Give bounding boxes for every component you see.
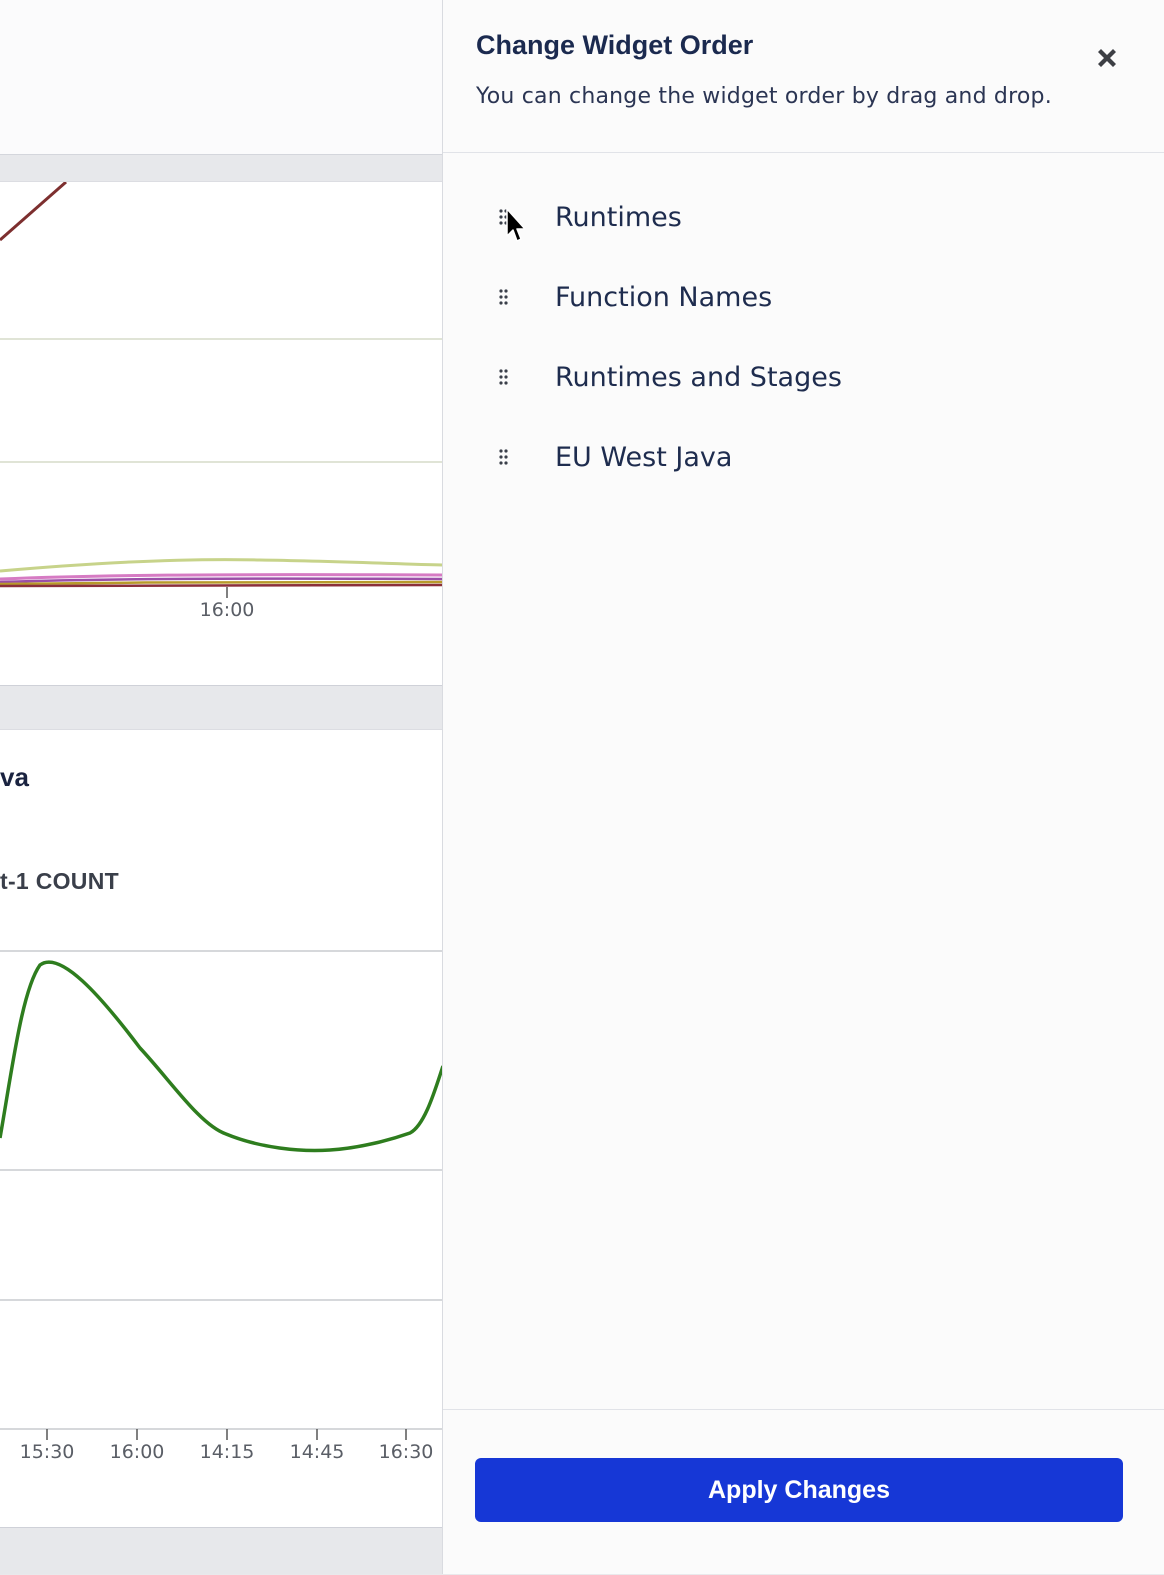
series-line-maroon	[0, 583, 443, 588]
list-item-function-names[interactable]: Function Names	[443, 268, 1164, 328]
series-line-lightgreen	[0, 558, 443, 573]
x-tick-label: 14:15	[199, 1441, 255, 1463]
drawer-header: Change Widget Order You can change the w…	[443, 0, 1164, 153]
widget-chart-2	[0, 950, 443, 1440]
x-tick-label: 14:45	[289, 1441, 345, 1463]
close-icon	[1098, 49, 1116, 67]
dashboard-header	[0, 0, 443, 155]
close-button[interactable]	[1091, 42, 1123, 74]
dashboard-background: 16:00 15:30 16:00 14:15 14:45 16:30 va t…	[0, 0, 443, 1574]
series-line-olive	[0, 580, 443, 586]
list-item-label: EU West Java	[555, 442, 733, 473]
change-widget-order-drawer: Change Widget Order You can change the w…	[442, 0, 1164, 1574]
x-tick-label: 16:00	[199, 599, 255, 621]
apply-changes-button[interactable]: Apply Changes	[475, 1458, 1123, 1522]
drawer-description: You can change the widget order by drag …	[476, 84, 1052, 109]
widget-card-runtimes-and-stages: 16:00	[0, 181, 443, 686]
list-item-label: Runtimes and Stages	[555, 362, 842, 393]
list-item-runtimes-and-stages[interactable]: Runtimes and Stages	[443, 348, 1164, 408]
x-tick-label: 15:30	[19, 1441, 75, 1463]
x-tick-label: 16:30	[378, 1441, 434, 1463]
drag-handle-icon[interactable]	[497, 288, 511, 310]
list-item-label: Function Names	[555, 282, 773, 313]
drawer-footer: Apply Changes	[443, 1409, 1164, 1575]
series-line-count	[0, 960, 443, 1153]
list-item-label: Runtimes	[555, 202, 682, 233]
series-line-brown	[0, 182, 67, 242]
x-tick-label: 16:00	[109, 1441, 165, 1463]
drag-handle-icon[interactable]	[497, 368, 511, 390]
drag-handle-icon[interactable]	[497, 448, 511, 470]
widget-title: va	[0, 762, 29, 792]
list-item-eu-west-java[interactable]: EU West Java	[443, 428, 1164, 488]
mouse-cursor-icon	[506, 208, 526, 242]
list-item-runtimes[interactable]: Runtimes	[443, 188, 1164, 248]
widget-subtitle: t-1 COUNT	[0, 868, 119, 894]
widget-card-eu-west-java: 15:30 16:00 14:15 14:45 16:30	[0, 729, 443, 1528]
drawer-title: Change Widget Order	[476, 30, 754, 60]
